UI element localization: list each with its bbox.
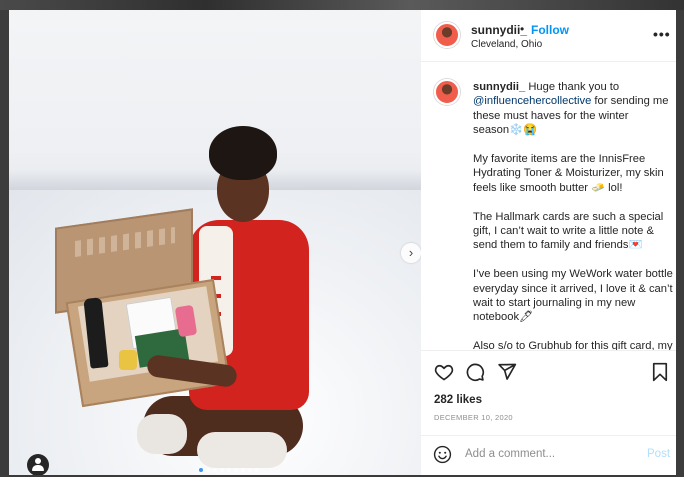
caption-username[interactable]: sunnydii_	[473, 81, 525, 93]
heart-icon[interactable]	[434, 362, 454, 382]
post-comment-button[interactable]: Post	[647, 448, 670, 460]
carousel-dot	[248, 468, 252, 472]
post-details-panel: sunnydii_ • Follow Cleveland, Ohio ••• s…	[421, 10, 676, 475]
comment-icon[interactable]	[465, 362, 485, 382]
avatar[interactable]	[434, 22, 460, 48]
user-icon-head	[35, 458, 41, 464]
caption-paragraph: The Hallmark cards are such a special gi…	[473, 210, 664, 252]
caption-paragraph: I’ve been using my WeWork water bottle e…	[473, 268, 673, 324]
carousel-dot	[255, 468, 259, 472]
sock-left	[137, 414, 187, 454]
carousel-dot	[213, 468, 217, 472]
hair	[209, 126, 277, 180]
username-link[interactable]: sunnydii_	[471, 23, 527, 37]
carousel-dot	[227, 468, 231, 472]
carousel-dot	[234, 468, 238, 472]
like-count[interactable]: 282 likes	[434, 394, 482, 406]
comment-bar: Post	[421, 435, 676, 471]
avatar[interactable]	[434, 79, 460, 105]
mention-link[interactable]: @influencehercollective	[473, 95, 591, 107]
sock-right	[197, 432, 287, 468]
carousel-dots	[199, 468, 259, 472]
modal-backdrop-top[interactable]	[0, 0, 684, 10]
carousel-dot	[220, 468, 224, 472]
caption-paragraph: My favorite items are the InnisFree Hydr…	[473, 153, 664, 194]
share-icon[interactable]	[497, 362, 517, 382]
location-link[interactable]: Cleveland, Ohio	[471, 39, 542, 50]
cosmetic-jar	[119, 350, 137, 370]
caption-text-part: Huge thank you to	[525, 81, 620, 93]
user-icon-body	[32, 465, 44, 471]
post-header: sunnydii_ • Follow Cleveland, Ohio •••	[421, 10, 676, 62]
caption-text: sunnydii_ Huge thank you to @influencehe…	[473, 80, 673, 350]
bookmark-icon[interactable]	[650, 362, 670, 382]
follow-button[interactable]: Follow	[531, 23, 569, 37]
carousel-next-button[interactable]: ›	[401, 243, 421, 263]
tagged-users-icon[interactable]	[27, 454, 49, 475]
separator-dot: •	[520, 22, 525, 36]
caption-paragraph: Also s/o to Grubhub for this gift card, …	[473, 340, 673, 350]
more-options-icon[interactable]: •••	[653, 26, 671, 42]
carousel-dot	[241, 468, 245, 472]
carousel-dot	[199, 468, 203, 472]
post-actions: 282 likes DECEMBER 10, 2020 Post	[421, 350, 676, 470]
post-date: DECEMBER 10, 2020	[434, 413, 513, 422]
modal-backdrop-left[interactable]	[0, 10, 9, 477]
post-photo[interactable]: ›	[9, 10, 421, 475]
carousel-dot	[206, 468, 210, 472]
modal-backdrop-right[interactable]	[676, 10, 684, 477]
comment-input[interactable]	[465, 444, 635, 464]
emoji-icon[interactable]	[433, 445, 452, 464]
caption-scroll-area[interactable]: sunnydii_ Huge thank you to @influencehe…	[421, 63, 676, 350]
